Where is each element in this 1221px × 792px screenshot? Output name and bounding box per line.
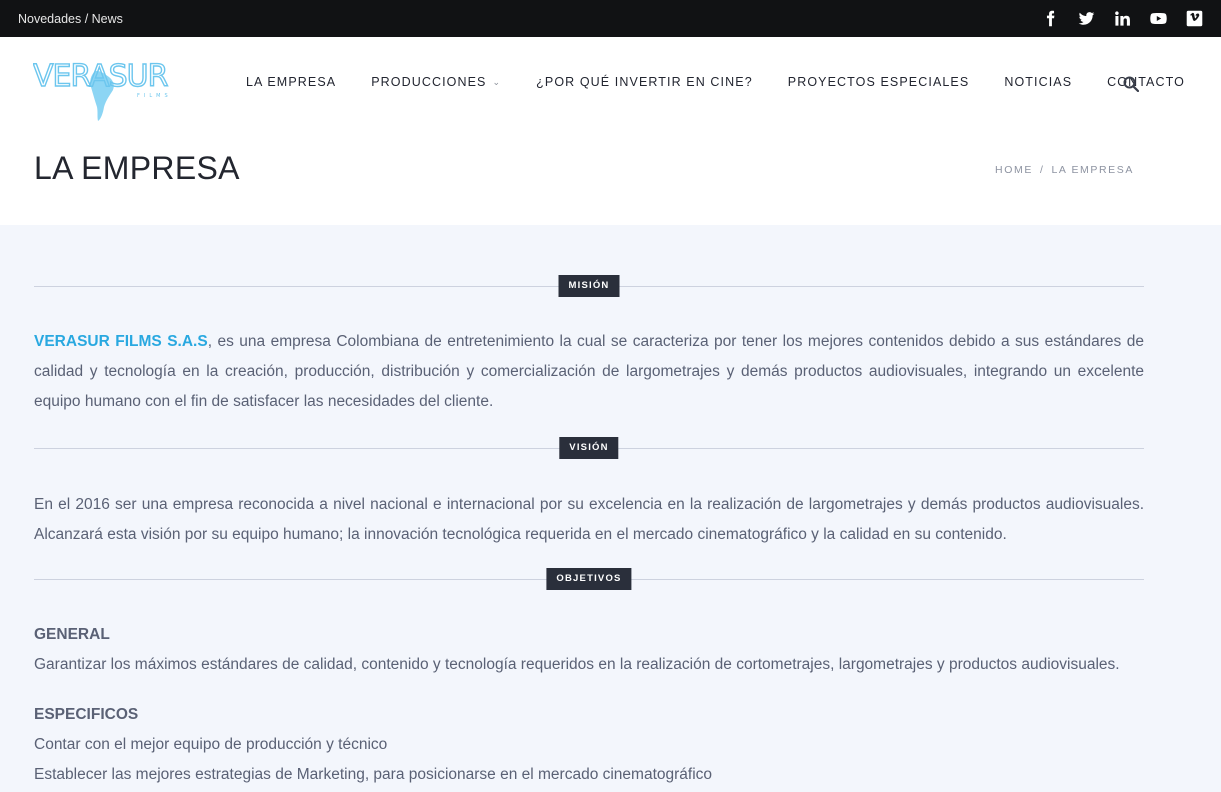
linkedin-icon[interactable] xyxy=(1113,10,1131,28)
search-icon[interactable] xyxy=(1123,76,1140,93)
nav-label: CONTACTO xyxy=(1107,75,1185,89)
nav-proyectos-especiales[interactable]: PROYECTOS ESPECIALES xyxy=(788,75,970,89)
nav-label: PROYECTOS ESPECIALES xyxy=(787,75,970,89)
mision-paragraph: VERASUR FILMS S.A.S, es una empresa Colo… xyxy=(34,327,1144,417)
section-tag-objetivos: OBJETIVOS xyxy=(546,568,632,590)
breadcrumb: HOME / LA EMPRESA xyxy=(995,164,1134,176)
especifico-item: Contar con el mejor equipo de producción… xyxy=(34,736,388,753)
nav-contacto[interactable]: CONTACTO xyxy=(1107,75,1185,89)
twitter-icon[interactable] xyxy=(1077,10,1095,28)
nav-label: NOTICIAS xyxy=(1004,75,1073,89)
section-tag-vision: VISIÓN xyxy=(559,437,619,459)
nav-la-empresa[interactable]: LA EMPRESA xyxy=(246,75,336,89)
main-nav: LA EMPRESA PRODUCCIONES ⌄ ¿POR QUÉ INVERT… xyxy=(246,75,1220,89)
nav-producciones[interactable]: PRODUCCIONES ⌄ xyxy=(371,75,501,89)
social-links xyxy=(1041,10,1203,28)
page-title: LA EMPRESA xyxy=(34,150,240,186)
breadcrumb-separator: / xyxy=(1039,164,1045,176)
chevron-down-icon: ⌄ xyxy=(492,76,502,87)
vimeo-icon[interactable] xyxy=(1185,10,1203,28)
nav-label: PRODUCCIONES xyxy=(371,75,487,89)
vision-paragraph: En el 2016 ser una empresa reconocida a … xyxy=(34,496,1144,543)
svg-text:VERASUR: VERASUR xyxy=(33,59,168,94)
brand-name: VERASUR FILMS S.A.S xyxy=(34,333,208,350)
facebook-icon[interactable] xyxy=(1041,10,1059,28)
svg-text:FILMS: FILMS xyxy=(137,93,172,99)
general-heading: GENERAL xyxy=(34,626,110,643)
nav-label: ¿POR QUÉ INVERTIR EN CINE? xyxy=(536,75,753,89)
verasur-logo[interactable]: VERASUR FILMS xyxy=(32,49,185,121)
youtube-icon[interactable] xyxy=(1149,10,1167,28)
nav-noticias[interactable]: NOTICIAS xyxy=(1004,75,1072,89)
section-divider-mision: MISIÓN xyxy=(34,275,1144,297)
especificos-heading: ESPECIFICOS xyxy=(34,706,139,723)
breadcrumb-home[interactable]: HOME xyxy=(995,164,1033,176)
top-bar: Novedades / News xyxy=(0,0,1221,37)
nav-por-que-invertir[interactable]: ¿POR QUÉ INVERTIR EN CINE? xyxy=(536,75,753,89)
news-link[interactable]: Novedades / News xyxy=(18,12,123,26)
nav-label: LA EMPRESA xyxy=(246,75,337,89)
section-divider-objetivos: OBJETIVOS xyxy=(34,568,1144,590)
section-tag-mision: MISIÓN xyxy=(558,275,620,297)
general-text: Garantizar los máximos estándares de cal… xyxy=(34,656,1120,673)
section-divider-vision: VISIÓN xyxy=(34,437,1144,459)
site-header: VERASUR FILMS LA EMPRESA PRODUCCIONES ⌄ ¿… xyxy=(0,37,1221,225)
especifico-item: Establecer las mejores estrategias de Ma… xyxy=(34,766,713,783)
breadcrumb-current: LA EMPRESA xyxy=(1051,164,1134,176)
